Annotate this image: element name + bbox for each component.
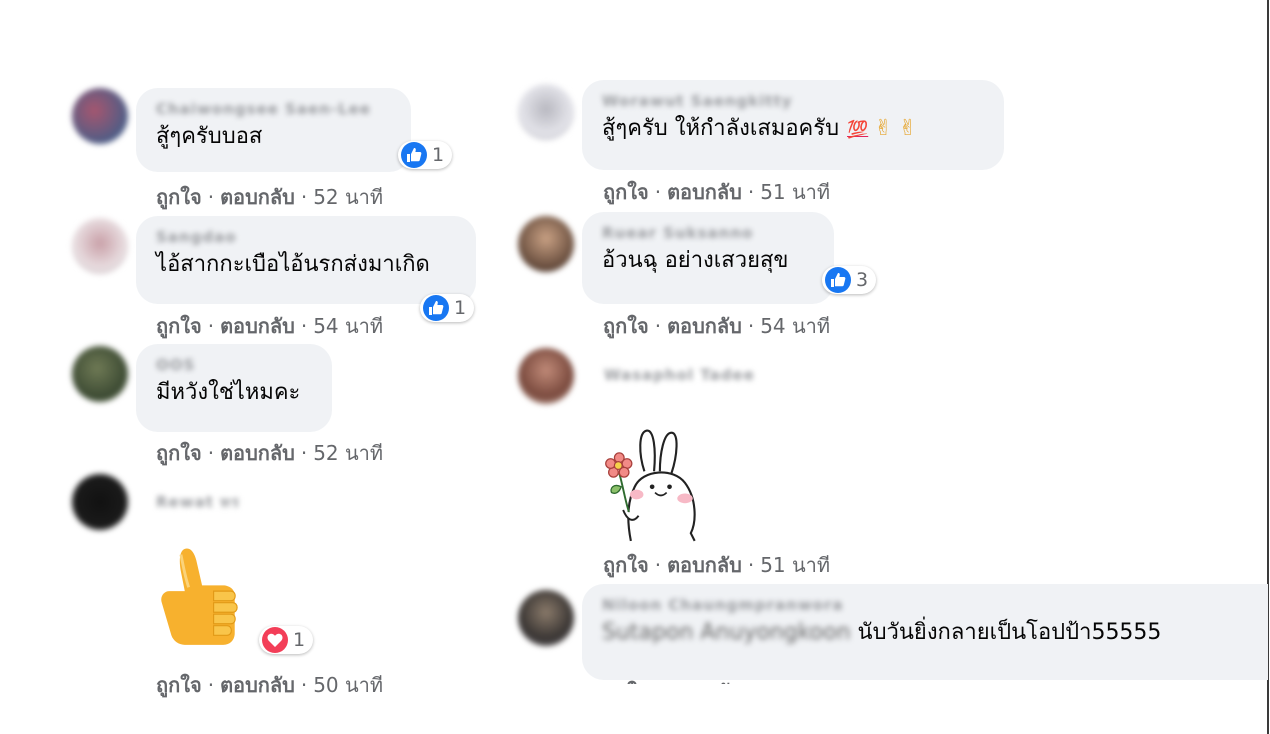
commenter-name[interactable]: Niloon Chaungmpranwora [602,596,1248,614]
like-link[interactable]: ถูกใจ [603,553,649,577]
like-link[interactable]: ถูกใจ [156,441,202,465]
avatar[interactable] [518,590,574,646]
avatar[interactable] [518,84,574,140]
reaction-count: 1 [432,144,445,166]
like-link[interactable]: ถูกใจ [603,180,649,204]
comment-actions: ถูกใจ · ตอบกลับ · 51 นาที [603,180,831,204]
victory-hand-emoji: ✌ [874,116,893,141]
comment-actions: ถูกใจ · ตอบกลับ · 54 นาที [603,314,831,338]
comment-bubble: Worawut Saengkitty สู้ๆครับ ให้กำลังเสมอ… [582,80,1004,170]
reply-link[interactable]: ตอบกลับ [667,553,742,577]
avatar[interactable] [72,474,128,530]
reaction-badge[interactable]: 1 [259,626,314,654]
reply-link[interactable]: ตอบกลับ [220,673,295,697]
reply-link[interactable]: ตอบกลับ [220,185,295,209]
commenter-name[interactable]: Worawut Saengkitty [602,92,984,110]
commenter-name[interactable]: Ruear Suksanno [602,224,814,242]
like-icon [401,142,427,168]
tagged-user-link[interactable]: Sutapon Anuyongkoon [602,620,851,645]
screenshot-crop-edge [494,684,1267,734]
avatar[interactable] [518,348,574,404]
timestamp[interactable]: 51 นาที [760,180,830,204]
reply-link[interactable]: ตอบกลับ [220,314,295,338]
comment-bubble: Sangdao ไอ้สากกะเบือไอ้นรกส่งมาเกิด [136,216,476,304]
reaction-count: 1 [293,629,306,651]
avatar[interactable] [72,88,128,144]
avatar[interactable] [518,216,574,272]
timestamp[interactable]: 52 นาที [313,185,383,209]
like-icon [825,267,851,293]
timestamp[interactable]: 52 นาที [313,441,383,465]
comment-bubble: Chaiwongsee Saen-Lee สู้ๆครับบอส [136,88,411,172]
avatar[interactable] [72,218,128,274]
comment-text: มีหวังใช่ไหมคะ [156,380,301,405]
comment-text: อ้วนฉุ อย่างเสวยสุข [602,248,789,273]
comment-actions: ถูกใจ · ตอบกลับ · 50 นาที [156,673,384,697]
comment-actions: ถูกใจ · ตอบกลับ · 54 นาที [156,314,384,338]
avatar[interactable] [72,346,128,402]
reaction-count: 1 [454,297,467,319]
comment-text: สู้ๆครับบอส [156,124,263,149]
bunny-sticker-icon[interactable] [598,414,714,546]
comment-text: ไอ้สากกะเบือไอ้นรกส่งมาเกิด [156,252,430,277]
timestamp[interactable]: 54 นาที [760,314,830,338]
like-icon [423,295,449,321]
like-link[interactable]: ถูกใจ [603,314,649,338]
like-link[interactable]: ถูกใจ [156,185,202,209]
commenter-name[interactable]: Rewat ทร [156,490,240,514]
timestamp[interactable]: 54 นาที [313,314,383,338]
reaction-count: 3 [856,269,869,291]
victory-hand-emoji: ✌ [898,116,918,141]
reaction-badge[interactable]: 1 [398,141,453,169]
commenter-name[interactable]: Sangdao [156,228,456,246]
reply-link[interactable]: ตอบกลับ [220,441,295,465]
hundred-points-emoji: 💯 [847,120,869,140]
reaction-badge[interactable]: 3 [822,266,877,294]
commenter-name[interactable]: OOS [156,356,312,374]
like-link[interactable]: ถูกใจ [156,314,202,338]
reaction-badge[interactable]: 1 [420,294,475,322]
heart-icon [262,627,288,653]
comment-bubble: OOS มีหวังใช่ไหมคะ [136,344,332,432]
thumbs-up-sticker-icon[interactable] [156,538,252,650]
comment-actions: ถูกใจ · ตอบกลับ · 51 นาที [603,553,831,577]
reply-link[interactable]: ตอบกลับ [667,314,742,338]
comment-bubble: Niloon Chaungmpranwora Sutapon Anuyongko… [582,584,1268,680]
comment-text: Sutapon Anuyongkoon นับวันยิ่งกลายเป็นโอ… [602,620,1162,645]
commenter-name[interactable]: Chaiwongsee Saen-Lee [156,100,391,118]
comment-actions: ถูกใจ · ตอบกลับ · 52 นาที [156,185,384,209]
comment-bubble: Ruear Suksanno อ้วนฉุ อย่างเสวยสุข [582,212,834,304]
reply-link[interactable]: ตอบกลับ [667,180,742,204]
like-link[interactable]: ถูกใจ [156,673,202,697]
comment-text: สู้ๆครับ ให้กำลังเสมอครับ 💯 ✌ ✌ [602,116,918,141]
timestamp[interactable]: 51 นาที [760,553,830,577]
commenter-name[interactable]: Wasaphol Tadee [604,366,755,384]
comment-actions: ถูกใจ · ตอบกลับ · 52 นาที [156,441,384,465]
timestamp[interactable]: 50 นาที [313,673,383,697]
